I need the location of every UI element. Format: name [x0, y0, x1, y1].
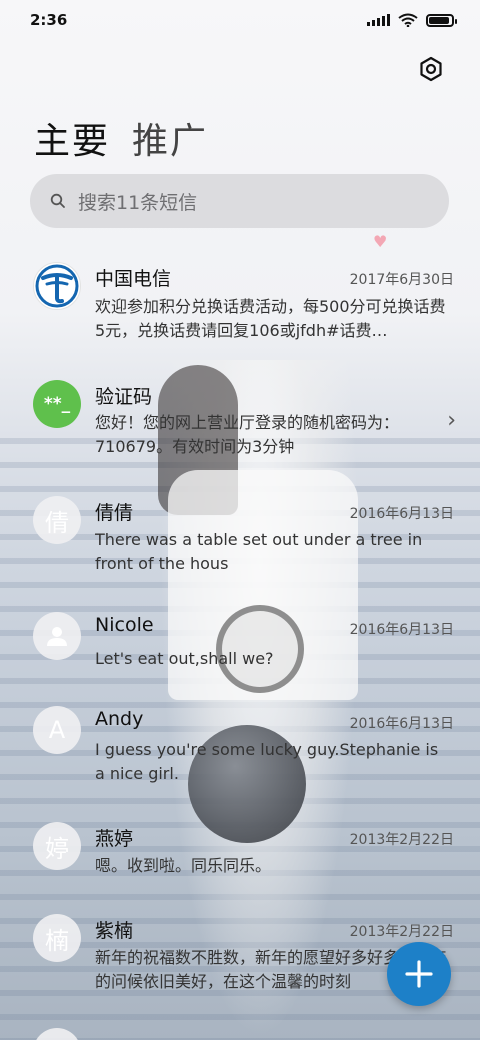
person-icon: [33, 612, 81, 660]
conversation-item-nicole[interactable]: Nicole 2016年6月13日 Let's eat out,shall we…: [0, 612, 480, 682]
conversation-item-yanting[interactable]: 婷 燕婷 2013年2月22日 嗯。收到啦。同乐同乐。: [0, 822, 480, 892]
avatar: A: [33, 706, 81, 754]
avatar: 楠: [33, 914, 81, 962]
conversation-name: 倩倩: [95, 502, 134, 524]
conversation-name: 验证码: [95, 386, 153, 408]
conversation-item-qianqian[interactable]: 倩 倩倩 2016年6月13日 There was a table set ou…: [0, 496, 480, 586]
search-placeholder: 搜索11条短信: [78, 191, 198, 214]
compose-button[interactable]: [387, 942, 451, 1006]
avatar: 倩: [33, 496, 81, 544]
wifi-icon: [398, 13, 418, 27]
conversation-date: 2016年6月13日: [349, 716, 454, 732]
avatar: [33, 1028, 81, 1040]
tab-promotions[interactable]: 推广: [132, 112, 208, 164]
conversation-date: 2013年2月22日: [349, 924, 454, 940]
plus-icon: [405, 960, 433, 988]
status-time: 2:36: [30, 11, 68, 29]
status-bar: 2:36: [0, 0, 480, 40]
conversation-date: 2016年6月13日: [349, 506, 454, 522]
conversation-item-andy[interactable]: A Andy 2016年6月13日 I guess you're some lu…: [0, 706, 480, 796]
tab-primary[interactable]: 主要: [34, 112, 110, 164]
conversation-date: 2016年6月13日: [349, 622, 454, 638]
search-icon: [50, 193, 65, 208]
conversation-name: 紫楠: [95, 920, 134, 942]
settings-icon[interactable]: [417, 55, 445, 83]
avatar: 婷: [33, 822, 81, 870]
verification-code-avatar: **_: [33, 380, 81, 428]
conversation-name: 中国电信: [95, 268, 172, 290]
conversation-preview: 欢迎参加积分兑换话费活动，每500分可兑换话费5元，兑换话费请回复106或jfd…: [95, 297, 446, 340]
conversation-date: 2017年6月30日: [349, 272, 454, 288]
conversation-name: 燕婷: [95, 828, 134, 850]
signal-icon: [367, 14, 390, 26]
conversation-preview: Let's eat out,shall we?: [95, 649, 274, 668]
battery-icon: [426, 13, 457, 27]
conversation-name: Andy: [95, 708, 144, 730]
china-telecom-logo-icon: [33, 262, 81, 310]
search-input[interactable]: 搜索11条短信: [30, 174, 449, 228]
conversation-preview: I guess you're some lucky guy.Stephanie …: [95, 740, 439, 783]
conversation-item-verification-code[interactable]: **_ 验证码 您好！您的网上营业厅登录的随机密码为：710679。有效时间为3…: [0, 380, 480, 470]
conversation-item-partial[interactable]: [0, 1024, 480, 1040]
conversation-preview: 您好！您的网上营业厅登录的随机密码为：710679。有效时间为3分钟: [95, 413, 400, 456]
tab-bar: 主要 推广: [34, 112, 208, 164]
conversation-preview: 嗯。收到啦。同乐同乐。: [95, 856, 272, 875]
conversation-name: Nicole: [95, 614, 154, 636]
conversation-item-china-telecom[interactable]: 中国电信 2017年6月30日 欢迎参加积分兑换话费活动，每500分可兑换话费5…: [0, 262, 480, 362]
conversation-preview: There was a table set out under a tree i…: [95, 530, 423, 573]
conversation-date: 2013年2月22日: [349, 832, 454, 848]
chevron-right-icon: ›: [447, 408, 456, 433]
status-icons: [367, 13, 457, 27]
